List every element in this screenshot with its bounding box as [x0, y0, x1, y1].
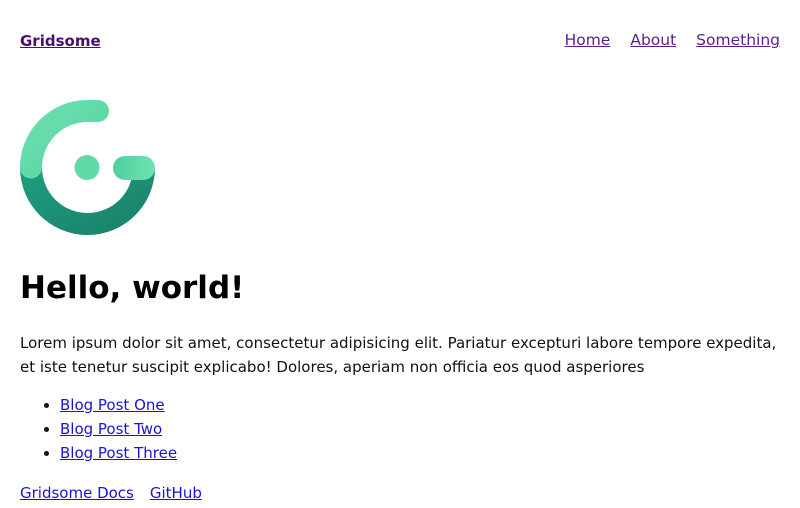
- intro-paragraph: Lorem ipsum dolor sit amet, consectetur …: [20, 334, 777, 376]
- gridsome-logo-icon: [20, 100, 155, 235]
- blog-post-link[interactable]: Blog Post Three: [60, 444, 177, 462]
- site-header: Gridsome Home About Something: [20, 0, 780, 81]
- layout: Gridsome Home About Something Hello, wor…: [20, 0, 780, 505]
- list-item: Blog Post One: [60, 393, 780, 417]
- gridsome-docs-link[interactable]: Gridsome Docs: [20, 481, 134, 505]
- footer-links: Gridsome Docs GitHub: [20, 481, 780, 505]
- nav-home-link[interactable]: Home: [565, 28, 611, 53]
- blog-post-link[interactable]: Blog Post One: [60, 396, 165, 414]
- nav-something-link[interactable]: Something: [696, 28, 780, 53]
- main-content: Hello, world! Lorem ipsum dolor sit amet…: [20, 268, 780, 505]
- nav-about-link[interactable]: About: [630, 28, 676, 53]
- github-link[interactable]: GitHub: [150, 481, 202, 505]
- brand-link[interactable]: Gridsome: [20, 29, 101, 53]
- blog-post-list: Blog Post One Blog Post Two Blog Post Th…: [20, 393, 780, 465]
- page-title: Hello, world!: [20, 270, 245, 306]
- list-item: Blog Post Two: [60, 417, 780, 441]
- list-item: Blog Post Three: [60, 441, 780, 465]
- main-nav: Home About Something: [565, 28, 780, 53]
- blog-post-link[interactable]: Blog Post Two: [60, 420, 162, 438]
